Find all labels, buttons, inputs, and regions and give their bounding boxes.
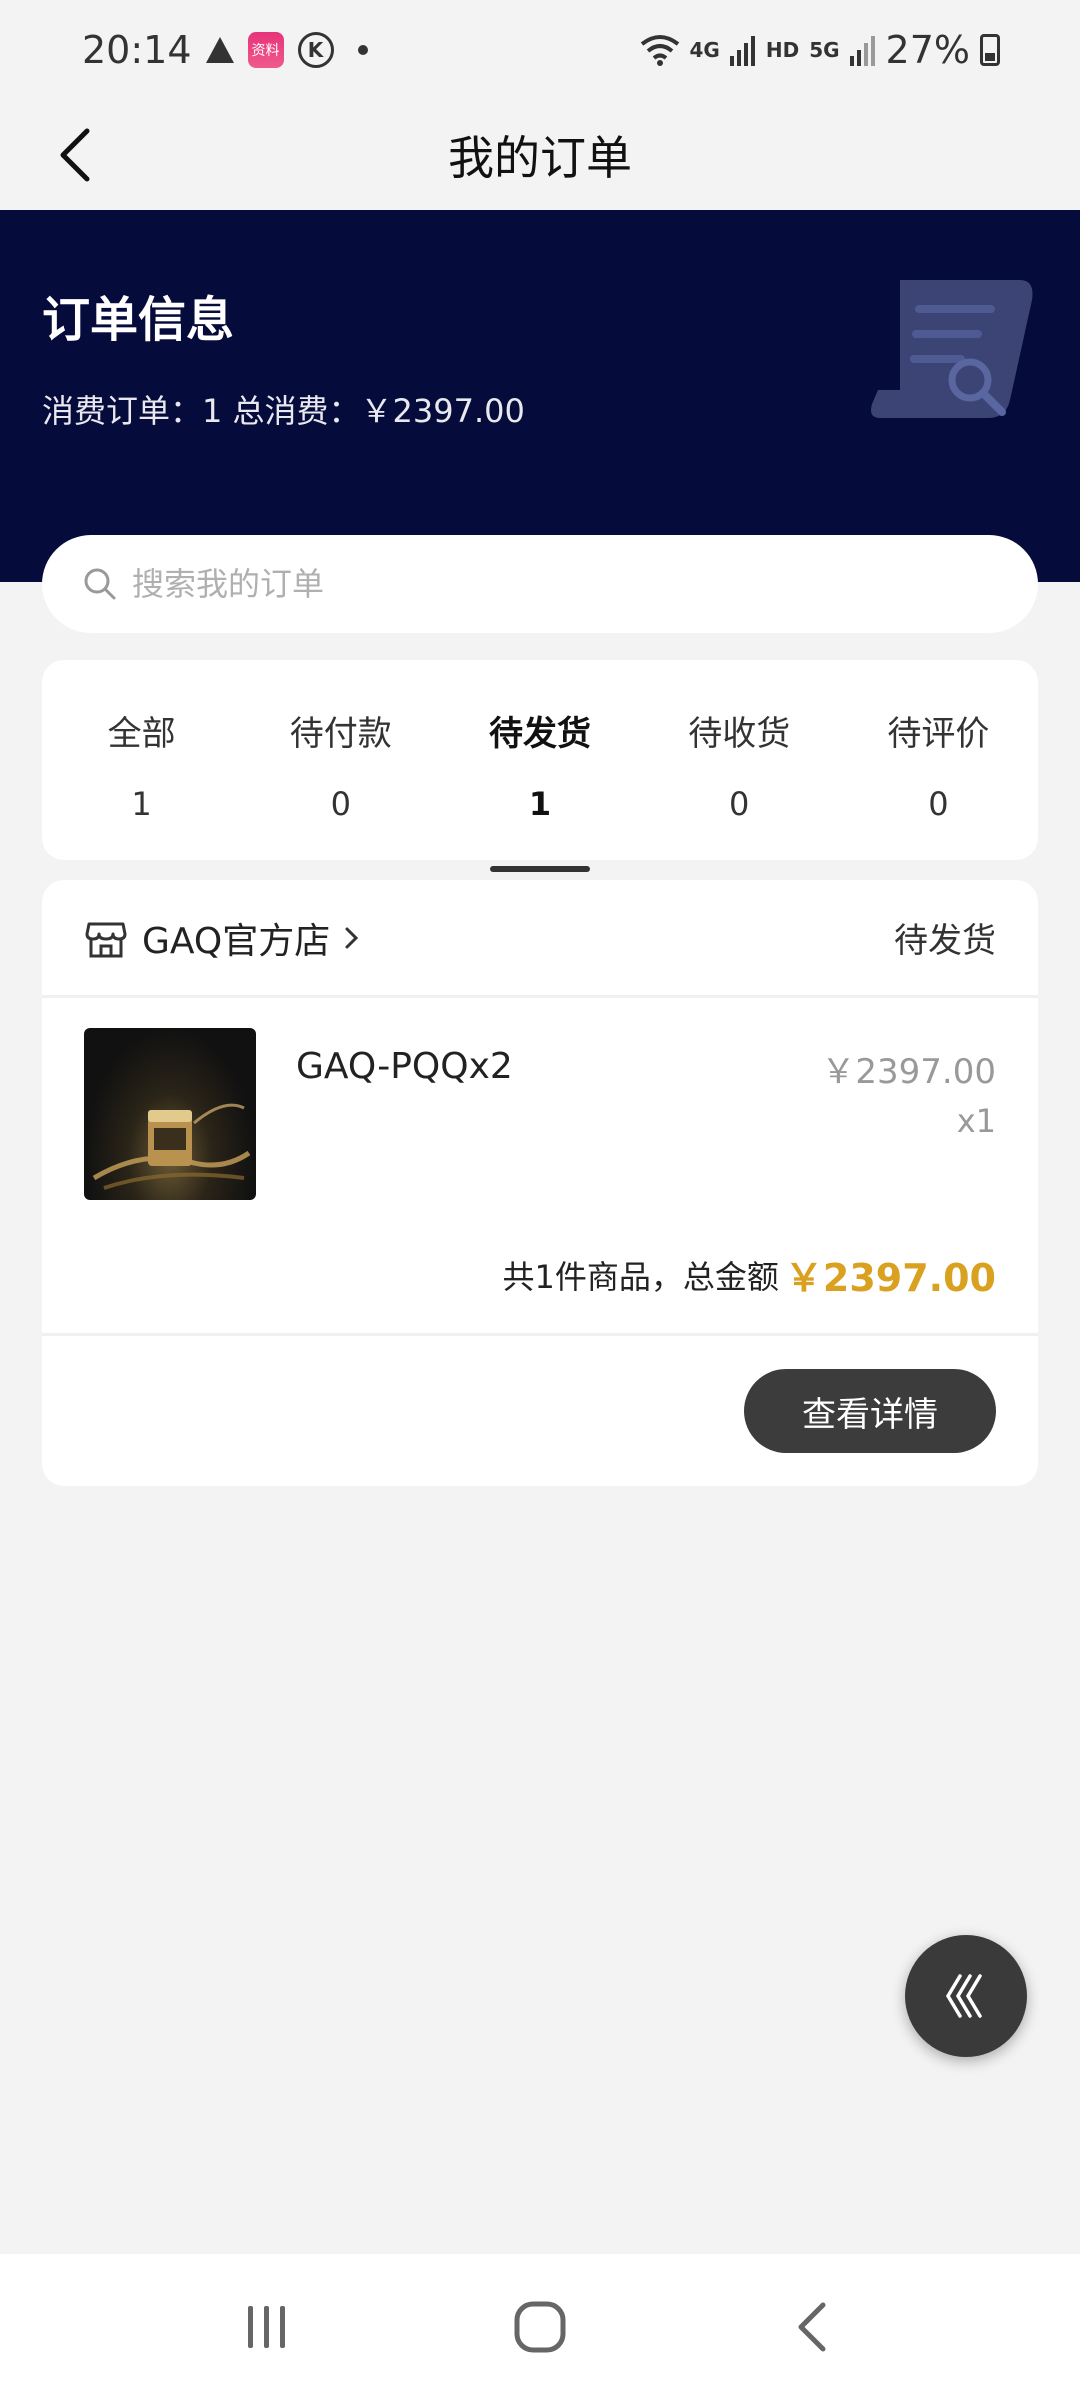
recent-apps-button[interactable] <box>222 2282 312 2372</box>
system-nav-bar <box>0 2254 1080 2400</box>
tab-all[interactable]: 全部 1 <box>42 660 241 860</box>
back-icon <box>798 2302 826 2352</box>
search-icon <box>84 568 116 600</box>
network-5g-label: 5G <box>809 38 840 62</box>
item-quantity: x1 <box>956 1102 996 1140</box>
tab-count: 1 <box>131 785 152 823</box>
active-tab-indicator <box>490 866 590 872</box>
total-summary-text: 共1件商品，总金额 <box>502 1257 779 1296</box>
product-thumbnail[interactable] <box>84 1028 256 1200</box>
signal-icon <box>729 36 755 66</box>
tab-label: 待评价 <box>887 714 990 754</box>
tab-label: 全部 <box>107 714 176 754</box>
system-back-button[interactable] <box>768 2282 858 2372</box>
tab-label: 待付款 <box>289 714 392 754</box>
status-bar: 20:14 资料 K 4G HD 5G 27% <box>0 0 1080 100</box>
order-info-banner: 订单信息 消费订单：1 总消费：￥2397.00 <box>0 210 1080 582</box>
order-status-tabs: 全部 1 待付款 0 待发货 1 待收货 0 待评价 0 <box>42 660 1038 872</box>
app-notification-icon: 资料 <box>247 32 284 68</box>
recent-apps-icon <box>247 2306 285 2348</box>
order-status-label: 待发货 <box>894 921 996 961</box>
tab-label: 待收货 <box>688 714 791 754</box>
floating-menu-button[interactable] <box>905 1935 1027 2057</box>
wifi-icon <box>640 35 679 66</box>
tab-pending-receipt[interactable]: 待收货 0 <box>640 660 839 860</box>
order-actions: 查看详情 <box>42 1336 1038 1486</box>
tab-pending-shipment[interactable]: 待发货 1 <box>440 660 639 872</box>
scroll-document-icon <box>871 280 1033 418</box>
home-button[interactable] <box>495 2282 585 2372</box>
order-item[interactable]: GAQ-PQQx2 ￥2397.00 x1 <box>42 998 1038 1216</box>
warning-icon <box>205 37 234 63</box>
view-details-button[interactable]: 查看详情 <box>744 1369 996 1453</box>
store-header: GAQ官方店 待发货 <box>42 880 1038 998</box>
tab-label: 待发货 <box>489 714 591 754</box>
status-time: 20:14 <box>82 28 192 72</box>
item-price: ￥2397.00 <box>821 1052 996 1092</box>
product-image-illustration <box>92 1103 251 1190</box>
total-amount: ￥2397.00 <box>784 1256 996 1300</box>
search-bar[interactable] <box>42 535 1038 633</box>
tab-count: 0 <box>928 785 949 823</box>
network-4g-label: 4G <box>689 38 720 62</box>
tab-count: 0 <box>330 785 351 823</box>
back-button[interactable] <box>40 120 110 190</box>
search-input[interactable] <box>132 565 982 603</box>
more-notifications-dot-icon <box>357 45 368 55</box>
tab-count: 1 <box>528 785 552 823</box>
k-app-icon: K <box>297 32 334 68</box>
order-total-row: 共1件商品，总金额 ￥2397.00 <box>42 1216 1038 1336</box>
tab-pending-payment[interactable]: 待付款 0 <box>241 660 440 860</box>
app-header: 我的订单 <box>0 100 1080 210</box>
battery-percent: 27% <box>885 28 970 72</box>
network-hd-label: HD <box>765 38 800 62</box>
product-name: GAQ-PQQx2 <box>296 1046 513 1087</box>
battery-icon <box>980 34 1000 66</box>
chevrons-left-icon <box>945 1974 982 2018</box>
signal-5g-icon <box>849 36 875 66</box>
chevron-left-icon <box>60 128 90 182</box>
page-title: 我的订单 <box>448 131 632 185</box>
tab-pending-review[interactable]: 待评价 0 <box>839 660 1038 860</box>
order-card: GAQ官方店 待发货 GAQ-PQQx2 ￥2397.00 x1 共1件商品，总… <box>42 880 1038 1486</box>
store-icon <box>85 922 127 957</box>
store-name-link[interactable]: GAQ官方店 <box>142 912 330 964</box>
home-icon <box>514 2301 566 2353</box>
tab-count: 0 <box>729 785 750 823</box>
chevron-right-icon[interactable] <box>340 926 364 950</box>
